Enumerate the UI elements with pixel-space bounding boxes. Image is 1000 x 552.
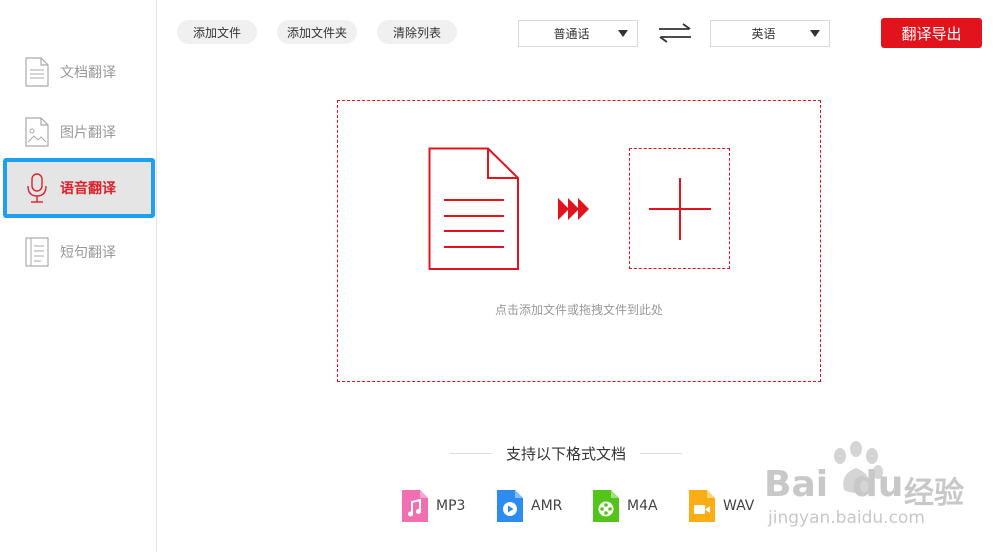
microphone-icon (24, 172, 50, 204)
sidebar-item-sentence-translation[interactable]: 短句翻译 (0, 223, 157, 281)
image-icon (24, 116, 50, 148)
format-label: MP3 (436, 498, 466, 514)
baidu-jingyan-watermark: Bai du 经验 jingyan.baidu.com (764, 438, 1000, 552)
sidebar-item-label: 短句翻译 (60, 245, 116, 261)
format-m4a: M4A (593, 489, 658, 523)
sidebar-item-document-translation[interactable]: 文档翻译 (0, 43, 157, 101)
target-language-value: 英语 (751, 27, 776, 41)
format-label: M4A (627, 498, 658, 514)
divider (450, 452, 492, 454)
sidebar-item-label: 文档翻译 (60, 65, 116, 81)
source-language-value: 普通话 (553, 27, 590, 41)
target-language-select[interactable]: 英语 (710, 20, 830, 47)
sidebar-item-label: 语音翻译 (60, 181, 116, 197)
sidebar-item-label: 图片翻译 (60, 125, 116, 141)
format-amr: AMR (497, 489, 562, 523)
sidebar: 文档翻译 图片翻译 语音翻译 短句翻译 (0, 0, 157, 552)
video-file-icon (689, 490, 715, 522)
sidebar-item-voice-translation[interactable]: 语音翻译 (3, 158, 155, 218)
watermark-url: jingyan.baidu.com (768, 508, 925, 528)
plus-icon (649, 178, 711, 240)
source-language-select[interactable]: 普通话 (518, 20, 638, 47)
supported-formats-heading: 支持以下格式文档 (450, 440, 683, 466)
chevron-down-icon (618, 30, 628, 37)
music-file-icon (402, 490, 428, 522)
film-reel-file-icon (593, 490, 619, 522)
clear-list-button[interactable]: 清除列表 (377, 20, 457, 44)
divider (640, 452, 683, 454)
swap-languages-icon[interactable] (657, 22, 693, 44)
chevron-down-icon (810, 30, 820, 37)
add-file-button[interactable]: 添加文件 (177, 20, 257, 44)
format-label: WAV (723, 498, 755, 514)
triple-arrow-icon (558, 198, 589, 220)
format-label: AMR (531, 498, 563, 514)
add-folder-button[interactable]: 添加文件夹 (277, 20, 357, 44)
format-mp3: MP3 (402, 489, 465, 523)
format-wav: WAV (689, 489, 754, 523)
file-icon (428, 147, 519, 270)
watermark-brand-cn: 经验 (904, 476, 964, 511)
document-icon (24, 56, 50, 88)
translate-export-button[interactable]: 翻译导出 (881, 18, 982, 48)
file-drop-zone[interactable]: 点击添加文件或拖拽文件到此处 (337, 100, 821, 382)
watermark-brand: Bai (764, 464, 829, 505)
watermark-brand-du: du (852, 464, 904, 505)
sentence-icon (24, 236, 50, 268)
sidebar-item-image-translation[interactable]: 图片翻译 (0, 103, 157, 161)
play-file-icon (497, 490, 523, 522)
add-file-target[interactable] (629, 148, 730, 269)
supported-formats-title: 支持以下格式文档 (506, 444, 627, 463)
drop-hint-text: 点击添加文件或拖拽文件到此处 (494, 303, 663, 317)
